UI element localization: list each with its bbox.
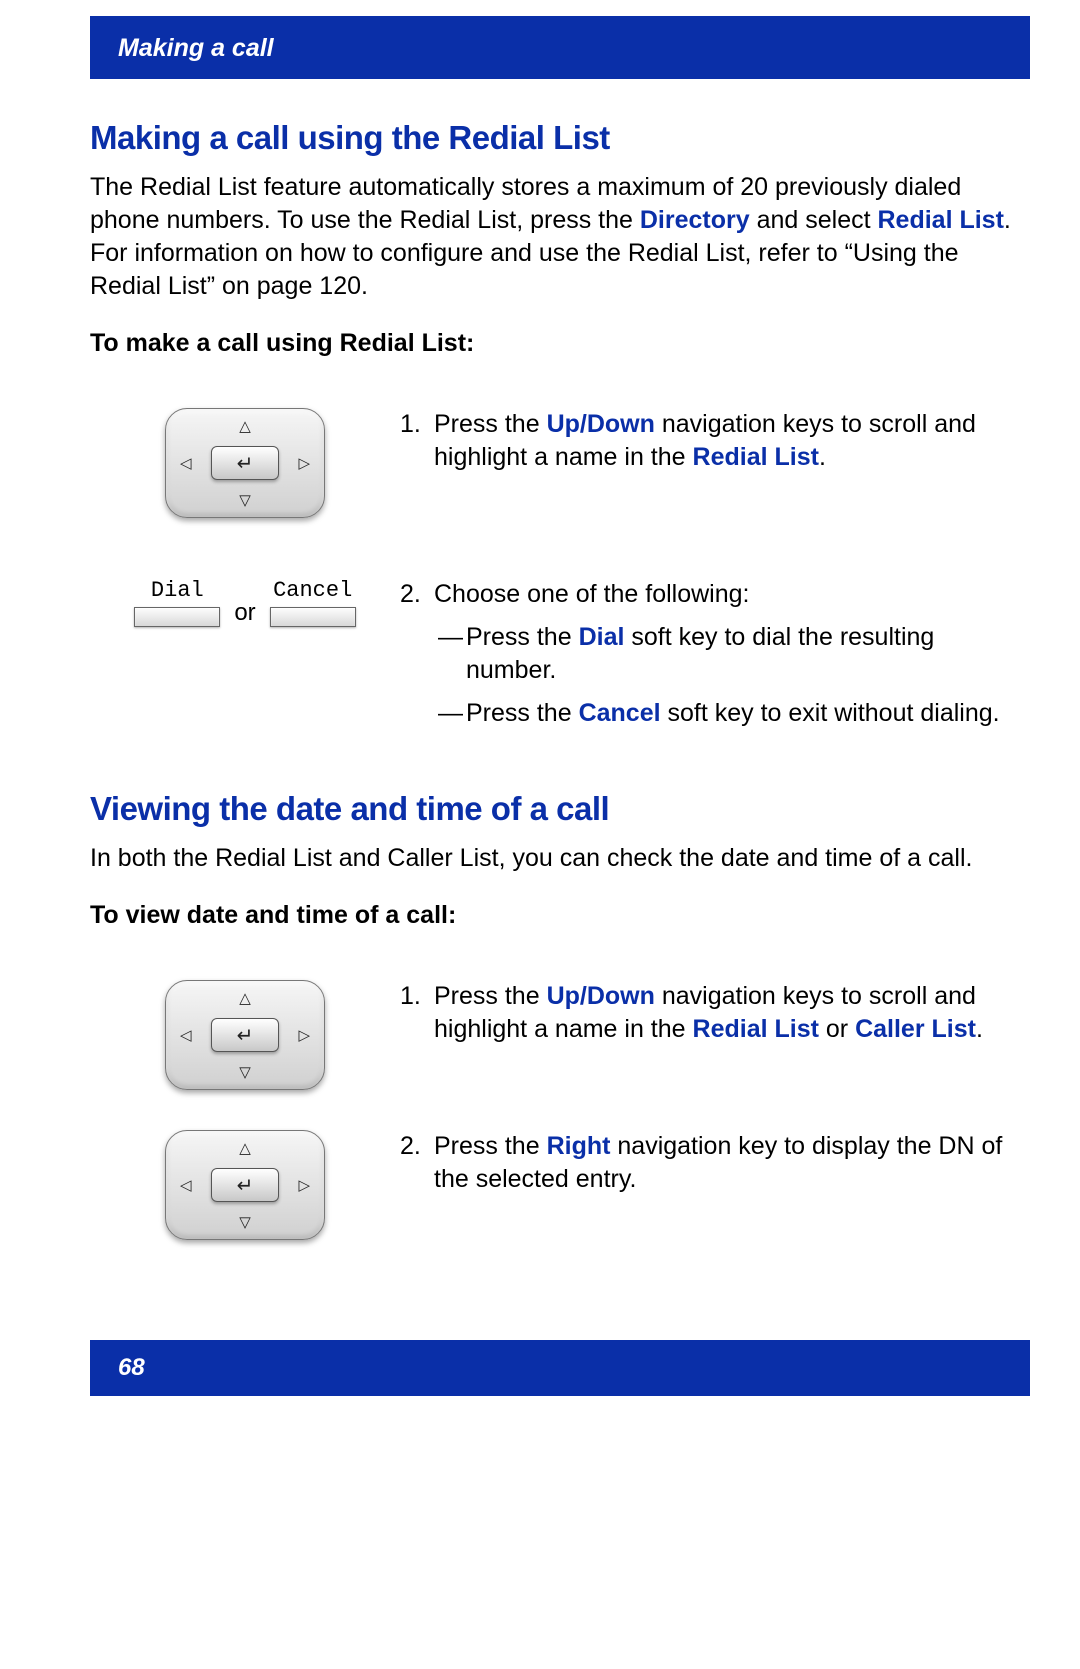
section1-title: Making a call using the Redial List	[90, 119, 1020, 157]
step-number: 2.	[400, 1130, 434, 1163]
text: Press the	[434, 410, 547, 438]
section2-intro: In both the Redial List and Caller List,…	[90, 842, 1020, 875]
section1-step2: Dial or Cancel 2.Choose one of the follo…	[90, 578, 1020, 730]
step-number: 1.	[400, 408, 434, 441]
cancel-button-icon	[270, 607, 356, 627]
section2-step2: △ ▽ ◁ ▷ ↵ 2.Press the Right navigation k…	[90, 1130, 1020, 1240]
navpad-illustration: △ ▽ ◁ ▷ ↵	[90, 980, 400, 1090]
step-text: 1.Press the Up/Down navigation keys to s…	[400, 408, 1020, 474]
text: or	[819, 1015, 855, 1043]
link-directory: Directory	[640, 206, 750, 234]
dash-icon: —	[438, 621, 466, 687]
step-text: 1.Press the Up/Down navigation keys to s…	[400, 980, 1020, 1046]
arrow-left-icon: ◁	[180, 1026, 192, 1044]
link-redial-list: Redial List	[693, 1015, 819, 1043]
link-cancel: Cancel	[579, 699, 661, 727]
text: .	[819, 443, 826, 471]
link-caller-list: Caller List	[855, 1015, 976, 1043]
section1-step1: △ ▽ ◁ ▷ ↵ 1.Press the Up/Down navigation…	[90, 408, 1020, 518]
text: and select	[750, 206, 878, 234]
link-redial-list: Redial List	[878, 206, 1004, 234]
header-bar: Making a call	[90, 16, 1030, 79]
arrow-right-icon: ▷	[298, 1026, 310, 1044]
arrow-up-icon: △	[239, 1139, 251, 1157]
step-text: 2.Press the Right navigation key to disp…	[400, 1130, 1020, 1196]
text: Press the	[434, 982, 547, 1010]
link-right: Right	[547, 1132, 611, 1160]
navpad-illustration: △ ▽ ◁ ▷ ↵	[90, 1130, 400, 1240]
enter-button-icon: ↵	[211, 446, 279, 480]
section1-subhead: To make a call using Redial List:	[90, 329, 1020, 358]
text: .	[976, 1015, 983, 1043]
section2-step1: △ ▽ ◁ ▷ ↵ 1.Press the Up/Down navigation…	[90, 980, 1020, 1090]
text: soft key to exit without dialing.	[661, 699, 1000, 727]
step-number: 2.	[400, 578, 434, 611]
step-body: Choose one of the following:	[434, 578, 1014, 611]
or-text: or	[234, 599, 255, 627]
dial-button-icon	[134, 607, 220, 627]
link-dial: Dial	[579, 623, 625, 651]
text: Press the	[434, 1132, 547, 1160]
step-body: Press the Up/Down navigation keys to scr…	[434, 408, 1014, 474]
enter-button-icon: ↵	[211, 1168, 279, 1202]
header-title: Making a call	[118, 34, 274, 62]
arrow-up-icon: △	[239, 417, 251, 435]
cancel-label: Cancel	[273, 578, 352, 603]
step-body: Press the Up/Down navigation keys to scr…	[434, 980, 1014, 1046]
nav-pad-icon: △ ▽ ◁ ▷ ↵	[165, 1130, 325, 1240]
nav-pad-icon: △ ▽ ◁ ▷ ↵	[165, 408, 325, 518]
footer-bar: 68	[90, 1340, 1030, 1396]
navpad-illustration: △ ▽ ◁ ▷ ↵	[90, 408, 400, 518]
step-body: Press the Right navigation key to displa…	[434, 1130, 1014, 1196]
arrow-right-icon: ▷	[298, 454, 310, 472]
softkeys-illustration: Dial or Cancel	[90, 578, 400, 627]
bullet-body: Press the Dial soft key to dial the resu…	[466, 621, 1020, 687]
text: Press the	[466, 623, 579, 651]
link-redial-list: Redial List	[693, 443, 819, 471]
bullet-body: Press the Cancel soft key to exit withou…	[466, 697, 1020, 730]
arrow-left-icon: ◁	[180, 1176, 192, 1194]
sub-bullet-2: — Press the Cancel soft key to exit with…	[400, 697, 1020, 730]
arrow-right-icon: ▷	[298, 1176, 310, 1194]
nav-pad-icon: △ ▽ ◁ ▷ ↵	[165, 980, 325, 1090]
arrow-down-icon: ▽	[239, 491, 251, 509]
dial-label: Dial	[151, 578, 204, 603]
step-number: 1.	[400, 980, 434, 1013]
text: Press the	[466, 699, 579, 727]
dial-softkey: Dial	[134, 578, 220, 627]
cancel-softkey: Cancel	[270, 578, 356, 627]
page-content: Making a call using the Redial List The …	[0, 119, 1080, 1240]
section2-title: Viewing the date and time of a call	[90, 790, 1020, 828]
arrow-up-icon: △	[239, 989, 251, 1007]
sub-bullet-1: — Press the Dial soft key to dial the re…	[400, 621, 1020, 687]
arrow-down-icon: ▽	[239, 1063, 251, 1081]
link-up-down: Up/Down	[547, 410, 655, 438]
text: Choose one of the following:	[434, 580, 750, 608]
arrow-left-icon: ◁	[180, 454, 192, 472]
enter-button-icon: ↵	[211, 1018, 279, 1052]
section2-subhead: To view date and time of a call:	[90, 901, 1020, 930]
link-up-down: Up/Down	[547, 982, 655, 1010]
arrow-down-icon: ▽	[239, 1213, 251, 1231]
dash-icon: —	[438, 697, 466, 730]
page-number: 68	[118, 1354, 145, 1381]
softkeys-group: Dial or Cancel	[134, 578, 355, 627]
step-text: 2.Choose one of the following: — Press t…	[400, 578, 1020, 730]
section1-intro: The Redial List feature automatically st…	[90, 171, 1020, 303]
